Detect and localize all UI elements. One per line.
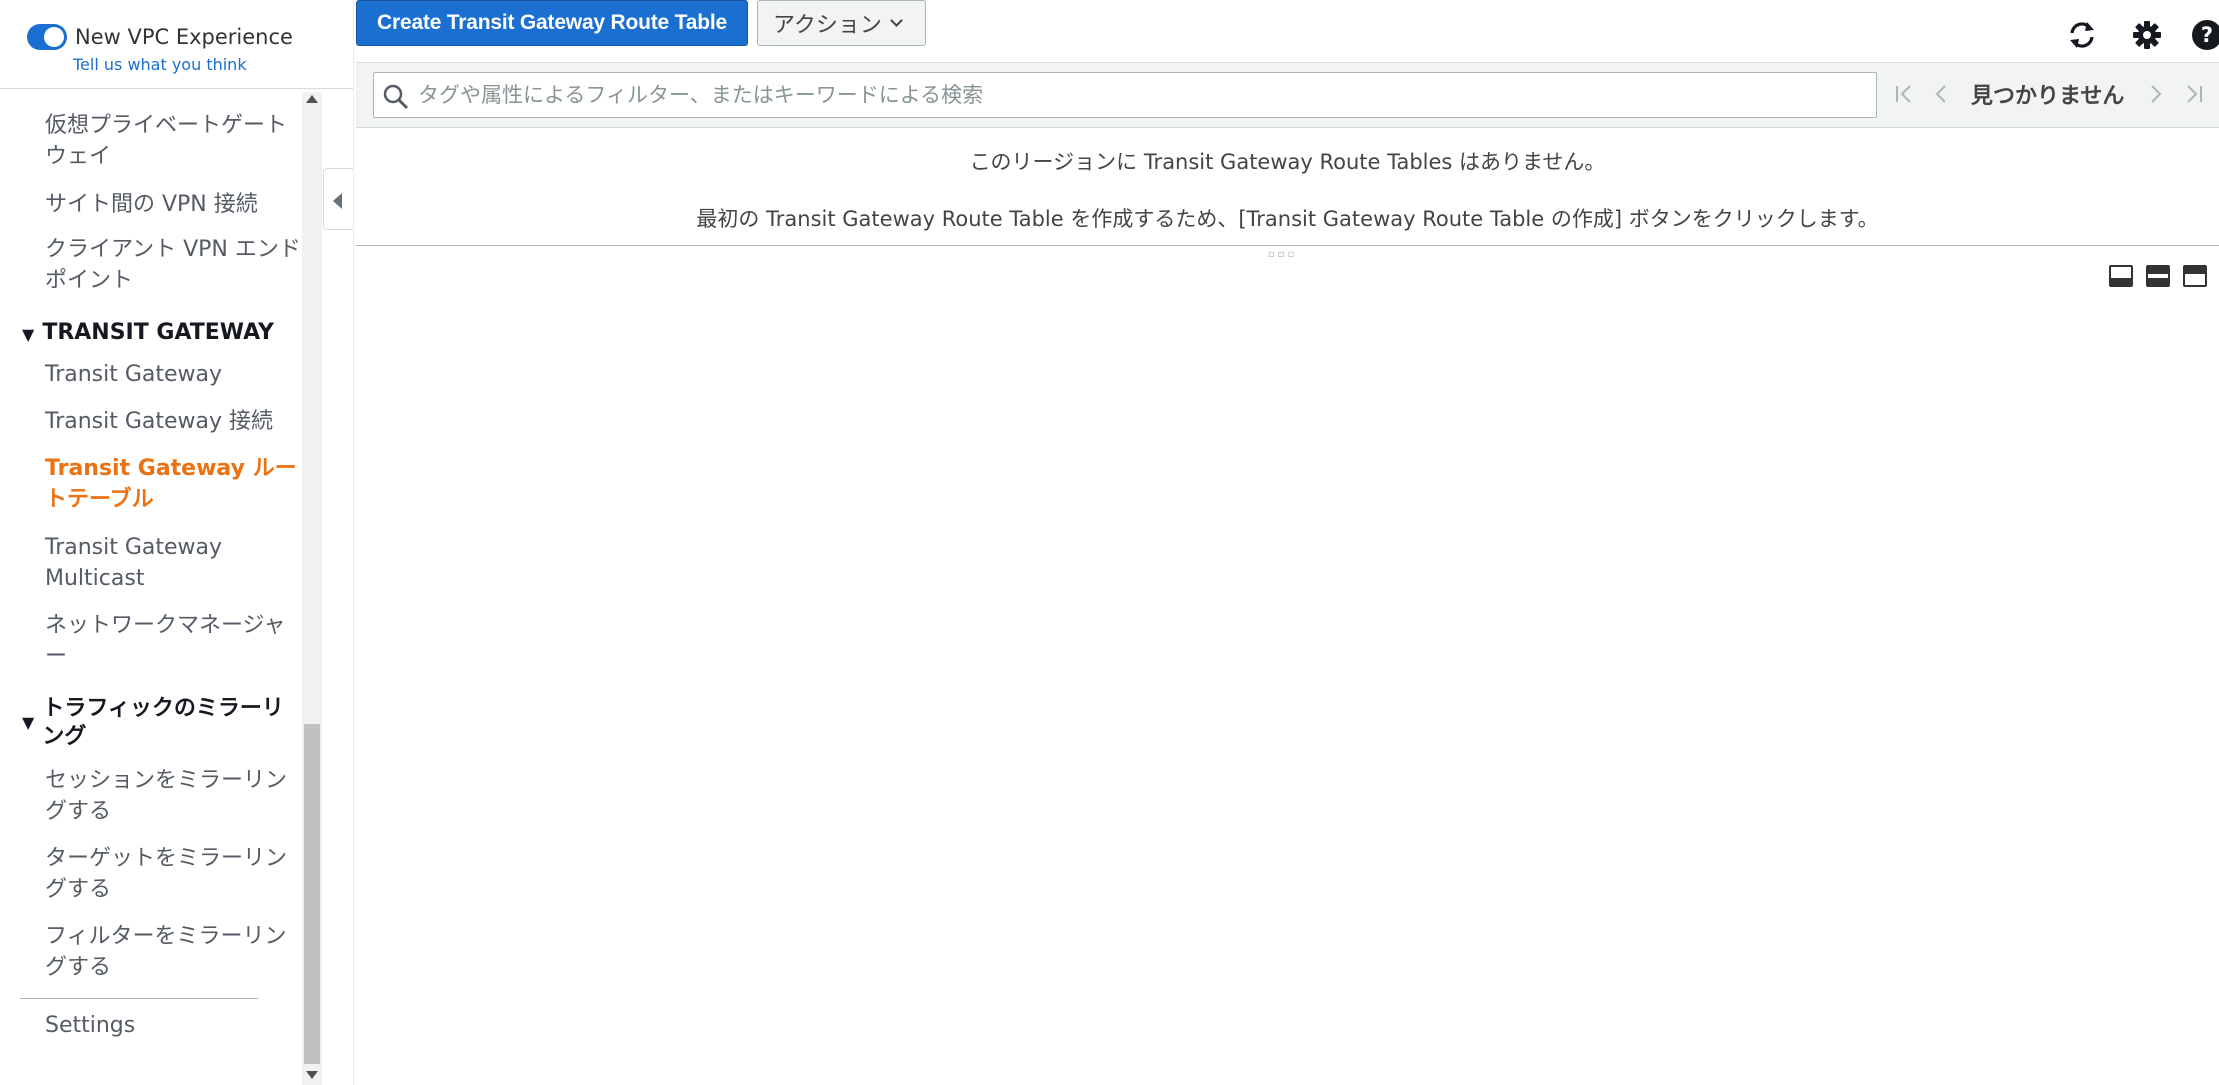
last-page-icon[interactable]: [2181, 81, 2207, 107]
sidebar-item-mirror-sessions[interactable]: セッションをミラーリングする: [45, 765, 301, 827]
caret-left-icon: [333, 193, 342, 209]
sidebar-section-title: トラフィックのミラーリング: [42, 696, 284, 749]
layout-full-panel-icon[interactable]: [2183, 265, 2207, 287]
sidebar-item-virtual-private-gateway[interactable]: 仮想プライベートゲートウェイ: [45, 110, 301, 172]
search-icon: [383, 84, 409, 110]
panel-divider: [356, 245, 2219, 246]
search-box: [373, 72, 1877, 118]
feedback-link[interactable]: Tell us what you think: [73, 55, 247, 74]
search-input[interactable]: [418, 73, 1868, 117]
toggle-knob: [44, 27, 64, 47]
layout-split-panel-icon[interactable]: [2146, 265, 2170, 287]
sidebar: New VPC Experience Tell us what you thin…: [0, 0, 354, 1085]
help-icon[interactable]: ?: [2190, 18, 2219, 52]
empty-state-hint: 最初の Transit Gateway Route Table を作成するため、…: [696, 207, 1879, 231]
layout-bottom-panel-icon[interactable]: [2109, 265, 2133, 287]
sidebar-item-transit-gateway-multicast[interactable]: Transit Gateway Multicast: [45, 532, 301, 594]
sidebar-item-transit-gateway-attachments[interactable]: Transit Gateway 接続: [45, 406, 301, 437]
sidebar-item-transit-gateways[interactable]: Transit Gateway: [45, 359, 301, 390]
collapse-sidebar-button[interactable]: [323, 168, 353, 230]
create-route-table-button[interactable]: Create Transit Gateway Route Table: [356, 0, 748, 46]
sidebar-item-transit-gateway-route-tables[interactable]: Transit Gateway ルートテーブル: [45, 453, 301, 515]
sidebar-item-network-manager[interactable]: ネットワークマネージャー: [45, 610, 301, 672]
settings-icon[interactable]: [2130, 18, 2164, 52]
sidebar-scrollbar[interactable]: [302, 92, 322, 1085]
first-page-icon[interactable]: [1891, 81, 1917, 107]
pagination-status: 見つかりません: [1971, 84, 2125, 109]
actions-label: アクション: [773, 13, 882, 38]
scrollbar-thumb[interactable]: [304, 724, 320, 1064]
new-vpc-experience-toggle[interactable]: [27, 24, 67, 50]
caret-down-icon: ▼: [22, 713, 35, 732]
sidebar-section-traffic-mirroring[interactable]: ▼ トラフィックのミラーリング: [22, 695, 292, 751]
new-vpc-experience-label: New VPC Experience: [75, 25, 293, 49]
empty-state-message: このリージョンに Transit Gateway Route Tables はあ…: [969, 150, 1606, 174]
resize-handle-icon[interactable]: ▫▫▫: [1268, 249, 1297, 260]
scroll-down-arrow-icon[interactable]: [306, 1071, 318, 1079]
sidebar-item-mirror-filters[interactable]: フィルターをミラーリングする: [45, 921, 301, 983]
sidebar-item-site-to-site-vpn[interactable]: サイト間の VPN 接続: [45, 189, 301, 220]
sidebar-section-transit-gateway[interactable]: ▼ TRANSIT GATEWAY: [22, 319, 274, 349]
prev-page-icon[interactable]: [1928, 81, 1954, 107]
sidebar-item-mirror-targets[interactable]: ターゲットをミラーリングする: [45, 843, 301, 905]
filter-bar: 見つかりません: [356, 62, 2219, 128]
sidebar-divider: [0, 88, 354, 89]
sidebar-item-settings[interactable]: Settings: [45, 1010, 301, 1041]
sidebar-section-title: TRANSIT GATEWAY: [42, 320, 274, 345]
refresh-icon[interactable]: [2065, 18, 2099, 52]
sidebar-divider: [20, 998, 258, 999]
scroll-up-arrow-icon[interactable]: [306, 95, 318, 103]
sidebar-item-client-vpn-endpoints[interactable]: クライアント VPN エンドポイント: [45, 234, 301, 296]
caret-down-icon: ▼: [22, 325, 35, 344]
sidebar-nav: 仮想プライベートゲートウェイ サイト間の VPN 接続 クライアント VPN エ…: [0, 92, 304, 1085]
next-page-icon[interactable]: [2143, 81, 2169, 107]
new-vpc-experience-row: New VPC Experience: [27, 22, 293, 52]
sidebar-border: [353, 0, 354, 1085]
chevron-down-icon: [890, 13, 903, 27]
actions-dropdown-button[interactable]: アクション: [757, 0, 926, 46]
svg-text:?: ?: [2201, 23, 2213, 47]
